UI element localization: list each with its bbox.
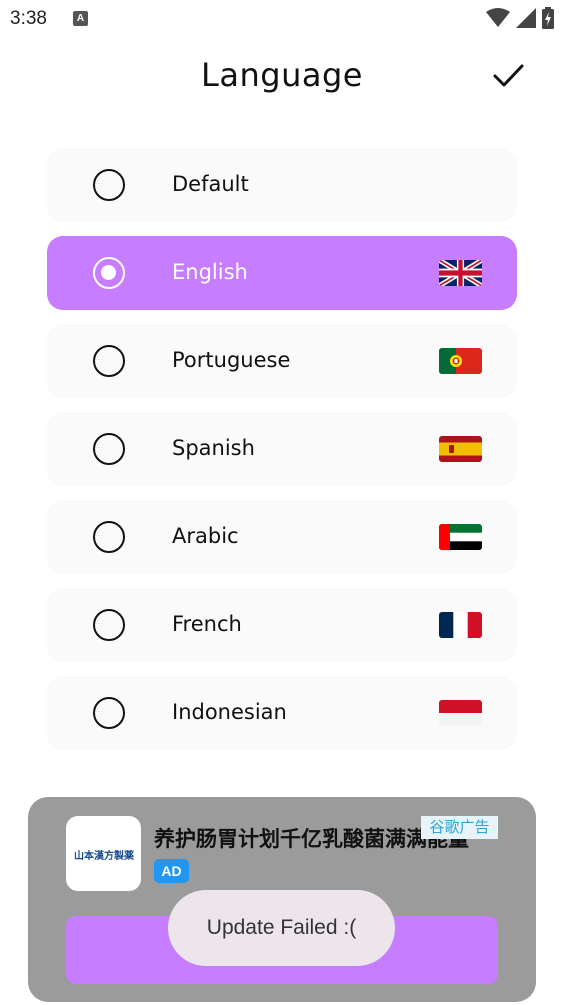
page-title: Language [201, 56, 363, 94]
language-item-default[interactable]: Default [47, 148, 517, 222]
language-item-english[interactable]: English [47, 236, 517, 310]
language-label: Indonesian [172, 700, 287, 724]
wifi-icon [486, 8, 510, 27]
language-item-arabic[interactable]: Arabic [47, 500, 517, 574]
language-item-spanish[interactable]: Spanish [47, 412, 517, 486]
ad-logo-text: 山本漢方製薬 [74, 851, 134, 862]
status-time: 3:38 [10, 8, 47, 29]
google-ad-label[interactable]: 谷歌广告 [421, 816, 498, 839]
confirm-button[interactable] [490, 58, 526, 94]
radio-button[interactable] [93, 609, 125, 641]
language-label: Default [172, 172, 249, 196]
radio-button[interactable] [93, 257, 125, 289]
language-label: Portuguese [172, 348, 291, 372]
toast-message: Update Failed :( [206, 916, 357, 939]
notification-icon: A [73, 11, 88, 26]
ad-badge: AD [154, 859, 189, 883]
radio-button[interactable] [93, 169, 125, 201]
radio-button[interactable] [93, 697, 125, 729]
language-label: Spanish [172, 436, 255, 460]
spain-flag-icon [439, 436, 482, 462]
portugal-flag-icon [439, 348, 482, 374]
radio-button[interactable] [93, 433, 125, 465]
indonesia-flag-icon [439, 700, 482, 726]
language-label: French [172, 612, 242, 636]
language-label: Arabic [172, 524, 239, 548]
header: Language [0, 50, 564, 106]
ad-logo[interactable]: 山本漢方製薬 [66, 816, 141, 891]
uae-flag-icon [439, 524, 482, 550]
language-item-indonesian[interactable]: Indonesian [47, 676, 517, 750]
language-item-portuguese[interactable]: Portuguese [47, 324, 517, 398]
toast: Update Failed :( [168, 890, 395, 966]
uk-flag-icon [439, 260, 482, 286]
language-item-french[interactable]: French [47, 588, 517, 662]
signal-icon [516, 8, 536, 28]
status-bar: 3:38 A [0, 0, 564, 38]
status-icons [486, 7, 554, 29]
france-flag-icon [439, 612, 482, 638]
language-label: English [172, 260, 248, 284]
battery-charging-icon [542, 7, 554, 29]
radio-button[interactable] [93, 345, 125, 377]
check-icon [493, 64, 524, 87]
radio-button[interactable] [93, 521, 125, 553]
